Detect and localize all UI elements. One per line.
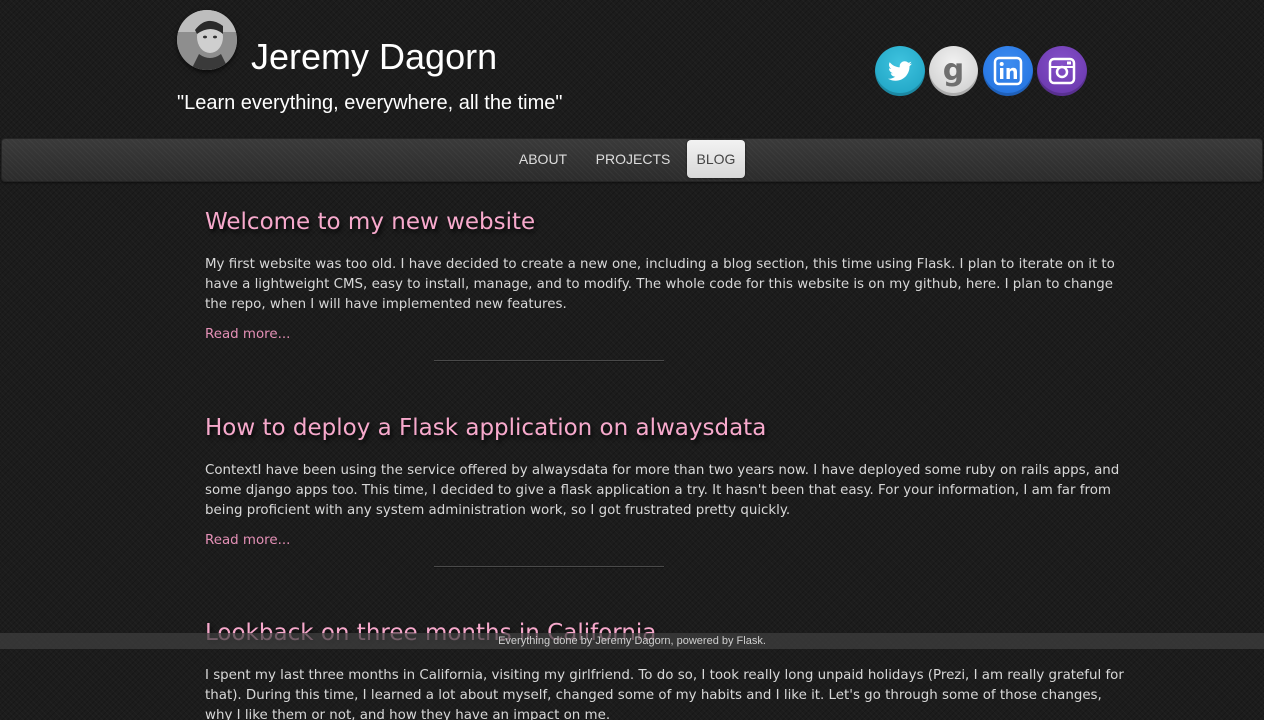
post-excerpt: My first website was too old. I have dec… bbox=[205, 257, 1115, 312]
post-divider bbox=[434, 360, 664, 362]
instagram-camera-icon bbox=[1048, 57, 1076, 85]
site-footer: Everything done by Jeremy Dagorn, powere… bbox=[0, 633, 1264, 649]
svg-text:g: g bbox=[943, 53, 964, 88]
site-header: Jeremy Dagorn "Learn everything, everywh… bbox=[0, 0, 1264, 138]
blog-post: Welcome to my new website My first websi… bbox=[205, 208, 1129, 378]
read-more-link[interactable]: Read more... bbox=[205, 531, 290, 551]
google-link[interactable]: g bbox=[929, 46, 978, 96]
post-divider bbox=[434, 566, 664, 568]
twitter-bird-icon bbox=[888, 61, 912, 81]
avatar[interactable] bbox=[177, 10, 237, 70]
twitter-link[interactable] bbox=[875, 46, 925, 96]
post-excerpt: ContextI have been using the service off… bbox=[205, 463, 1120, 518]
post-excerpt: I spent my last three months in Californ… bbox=[205, 668, 1124, 720]
linkedin-in-icon bbox=[993, 56, 1023, 86]
linkedin-link[interactable] bbox=[983, 46, 1033, 96]
user-avatar-photo-icon bbox=[177, 10, 237, 70]
nav-item-about[interactable]: ABOUT bbox=[508, 140, 578, 178]
read-more-link[interactable]: Read more... bbox=[205, 325, 290, 345]
main-navbar: ABOUT PROJECTS BLOG bbox=[1, 138, 1263, 182]
site-title[interactable]: Jeremy Dagorn bbox=[251, 36, 497, 78]
post-title[interactable]: Welcome to my new website bbox=[205, 208, 535, 236]
instagram-link[interactable] bbox=[1037, 46, 1087, 96]
nav-item-projects[interactable]: PROJECTS bbox=[586, 140, 680, 178]
nav-item-blog[interactable]: BLOG bbox=[687, 140, 745, 178]
site-tagline: "Learn everything, everywhere, all the t… bbox=[177, 92, 563, 114]
google-g-icon: g bbox=[943, 53, 964, 88]
blog-post: How to deploy a Flask application on alw… bbox=[205, 414, 1129, 584]
post-title[interactable]: How to deploy a Flask application on alw… bbox=[205, 414, 766, 442]
